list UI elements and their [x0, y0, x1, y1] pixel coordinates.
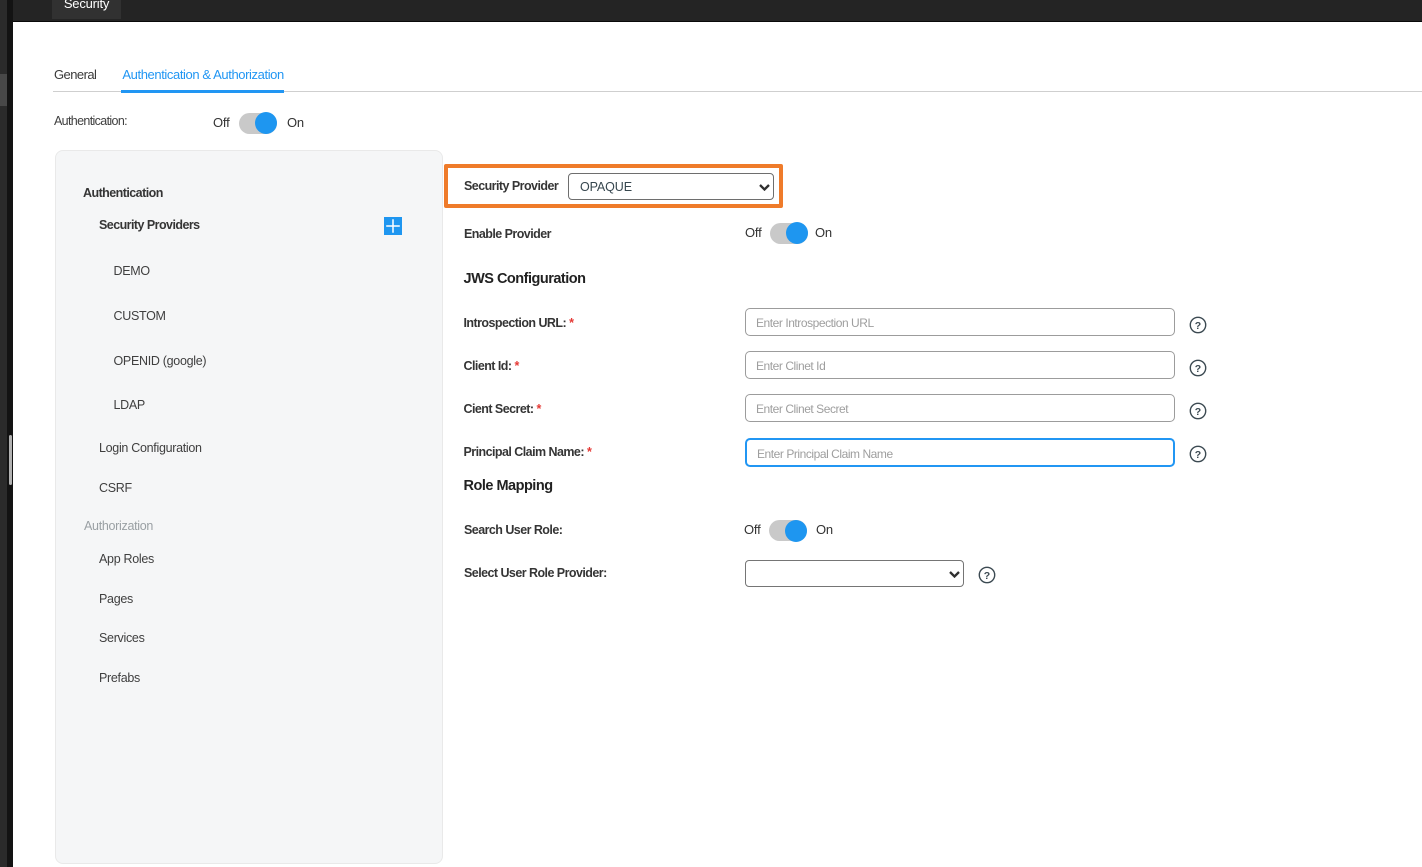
svg-text:?: ? [1194, 363, 1200, 375]
svg-text:?: ? [1194, 320, 1200, 332]
svg-text:?: ? [1194, 449, 1200, 461]
svg-text:?: ? [984, 570, 990, 582]
svg-text:?: ? [1194, 406, 1200, 418]
